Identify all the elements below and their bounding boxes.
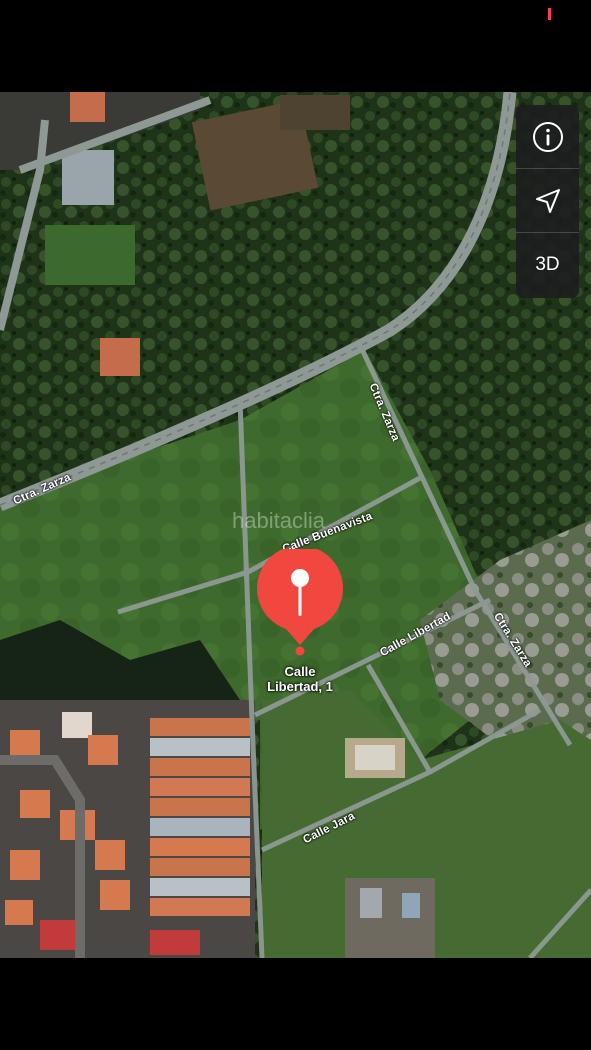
- rooftop: [62, 150, 114, 205]
- 3d-label: 3D: [535, 254, 560, 275]
- construction-site: [345, 878, 435, 958]
- rooftop: [100, 338, 140, 376]
- locate-button[interactable]: [516, 169, 579, 233]
- pin-address: Calle Libertad, 1: [244, 664, 356, 694]
- map-controls: 3D: [516, 105, 579, 298]
- address-line-2: Libertad, 1: [267, 679, 333, 694]
- pin-icon: [257, 545, 343, 656]
- 3d-button[interactable]: 3D: [516, 233, 579, 297]
- rooftop: [70, 92, 105, 122]
- rooftop: [402, 893, 420, 918]
- dirt-plot: [280, 95, 350, 130]
- watermark: habitaclia: [232, 508, 325, 533]
- info-button[interactable]: [516, 105, 579, 169]
- garden: [45, 225, 135, 285]
- location-arrow-icon: [535, 188, 560, 213]
- small-building: [355, 745, 395, 770]
- rooftop: [360, 888, 382, 918]
- location-pin[interactable]: [256, 545, 344, 659]
- status-indicator: [548, 8, 551, 20]
- address-line-1: Calle: [284, 664, 316, 679]
- info-icon: [532, 121, 563, 152]
